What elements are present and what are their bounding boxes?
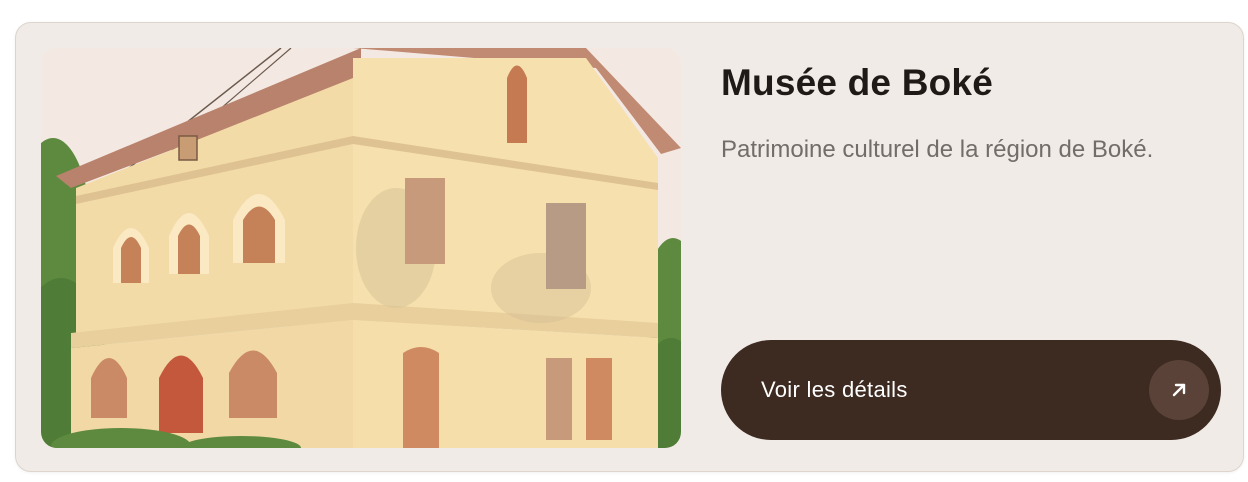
arrow-up-right-icon [1149, 360, 1209, 420]
card-title: Musée de Boké [721, 62, 993, 103]
museum-photo [41, 48, 681, 448]
view-details-label: Voir les détails [761, 377, 908, 402]
view-details-button[interactable]: Voir les détails [721, 340, 1221, 440]
museum-card: Musée de Boké Patrimoine culturel de la … [15, 22, 1244, 472]
card-info: Musée de Boké Patrimoine culturel de la … [721, 59, 1191, 171]
card-description: Patrimoine culturel de la région de Boké… [721, 136, 1154, 163]
